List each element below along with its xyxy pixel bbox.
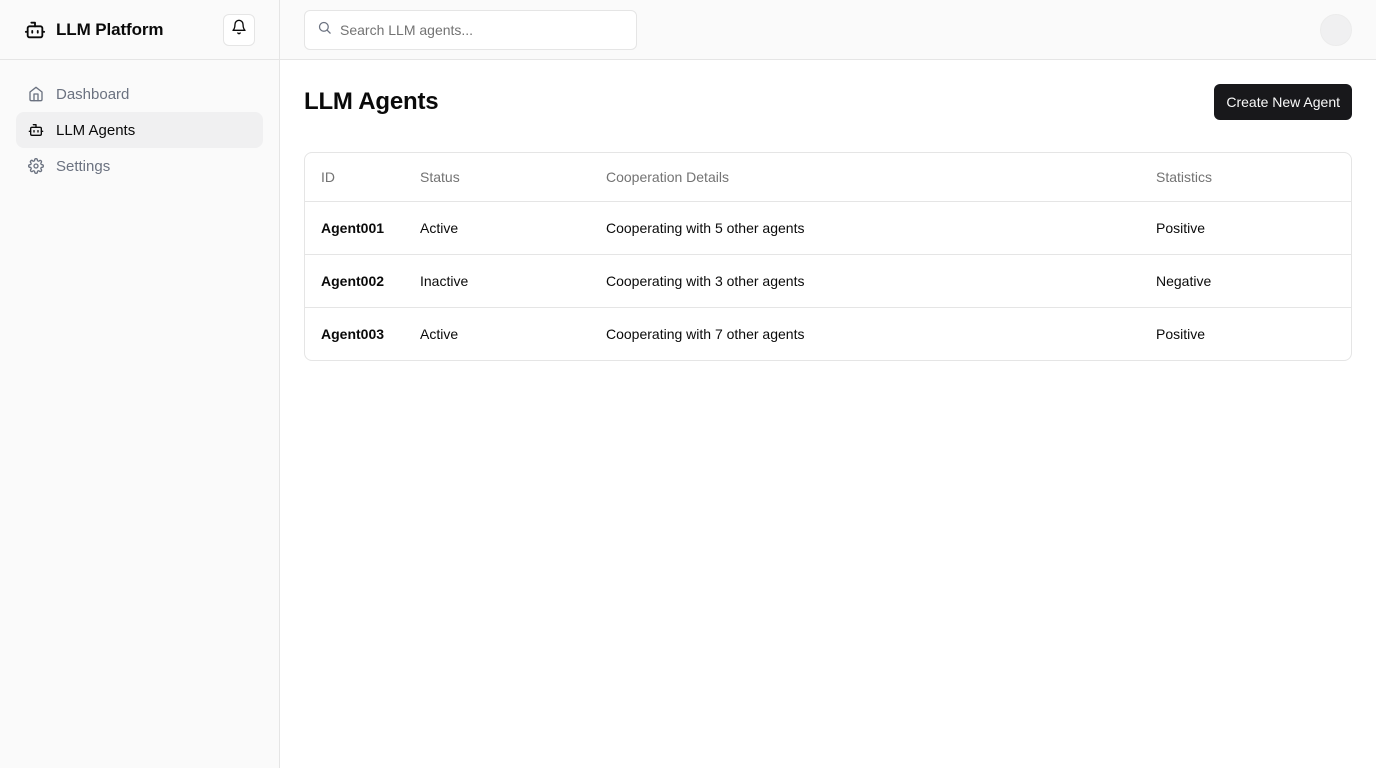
column-header-cooperation[interactable]: Cooperation Details [590, 153, 1140, 202]
sidebar-item-llm-agents[interactable]: LLM Agents [16, 112, 263, 148]
search-input[interactable] [340, 21, 624, 38]
table-row[interactable]: Agent002 Inactive Cooperating with 3 oth… [305, 254, 1351, 308]
create-new-agent-button[interactable]: Create New Agent [1214, 84, 1352, 120]
search-icon [317, 20, 332, 40]
agent-status-cell: Active [420, 325, 459, 342]
brand[interactable]: LLM Platform [24, 19, 164, 41]
agent-id-cell: Agent003 [321, 325, 385, 342]
notifications-button[interactable] [223, 13, 255, 46]
sidebar-item-dashboard[interactable]: Dashboard [16, 76, 263, 112]
bot-icon [24, 19, 46, 41]
sidebar-item-label: LLM Agents [56, 121, 136, 139]
table-row[interactable]: Agent001 Active Cooperating with 5 other… [305, 201, 1351, 255]
agent-status-cell: Inactive [404, 254, 590, 308]
agent-statistics-cell: Negative [1140, 254, 1351, 308]
page-content: LLM Agents Create New Agent ID Status Co… [280, 60, 1376, 385]
agent-cooperation-cell: Cooperating with 7 other agents [606, 325, 805, 342]
agent-id-cell: Agent002 [305, 254, 404, 308]
sidebar-item-label: Dashboard [56, 85, 130, 103]
sidebar-nav: Dashboard LLM Agents Settings [0, 60, 279, 200]
table-row[interactable]: Agent003 Active Cooperating with 7 other… [305, 307, 1351, 360]
app-shell: LLM Platform Dashboard LLM Agents Settin… [0, 0, 1376, 768]
sidebar-item-settings[interactable]: Settings [16, 148, 263, 184]
main-area: LLM Agents Create New Agent ID Status Co… [280, 0, 1376, 768]
sidebar: LLM Platform Dashboard LLM Agents Settin… [0, 0, 280, 768]
bot-icon [28, 122, 44, 138]
page-header: LLM Agents Create New Agent [304, 84, 1352, 120]
bell-icon [231, 19, 247, 40]
agent-cooperation-cell: Cooperating with 3 other agents [590, 254, 1140, 308]
brand-name: LLM Platform [56, 19, 164, 39]
agent-statistics-cell: Positive [1156, 325, 1206, 342]
topbar [280, 0, 1376, 60]
column-header-statistics[interactable]: Statistics [1140, 153, 1351, 202]
agent-statistics-cell: Positive [1140, 201, 1351, 255]
search-box[interactable] [304, 9, 637, 50]
gear-icon [28, 158, 44, 174]
agents-table: ID Status Cooperation Details Statistics… [304, 152, 1352, 361]
home-icon [28, 86, 44, 102]
agent-id-cell: Agent001 [305, 201, 404, 255]
agent-cooperation-cell: Cooperating with 5 other agents [590, 201, 1140, 255]
sidebar-header: LLM Platform [0, 0, 279, 60]
sidebar-item-label: Settings [56, 157, 111, 175]
page-title: LLM Agents [304, 88, 439, 115]
agent-status-cell: Active [404, 201, 590, 255]
column-header-status[interactable]: Status [404, 153, 590, 202]
column-header-id[interactable]: ID [305, 153, 404, 202]
table-header-row: ID Status Cooperation Details Statistics [305, 153, 1351, 202]
avatar[interactable] [1320, 13, 1352, 46]
